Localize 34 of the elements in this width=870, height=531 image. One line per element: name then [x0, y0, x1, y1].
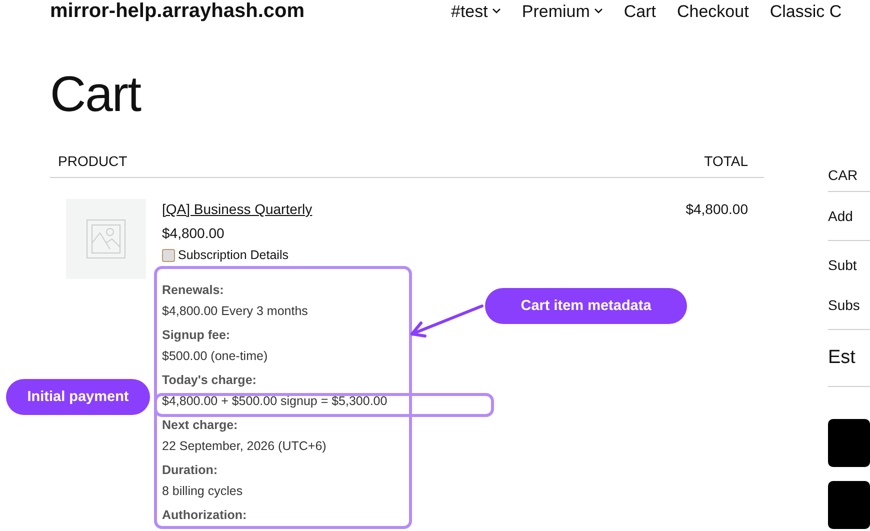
detail-value: 8 billing cycles [162, 483, 243, 500]
column-header: TOTAL [704, 152, 748, 168]
site-title[interactable]: mirror-help.arrayhash.com [50, 1, 451, 21]
detail-value: $4,800.00 + $500.00 signup = $5,300.00 [162, 393, 388, 410]
nav-link[interactable]: Classic C [770, 2, 842, 20]
panel-heading: CAR [828, 158, 870, 192]
nav-link[interactable]: #test [451, 2, 501, 20]
summary-label: Subt [828, 256, 858, 275]
detail-label: Renewals: [162, 282, 224, 299]
detail-label: Duration: [162, 462, 218, 479]
detail-value: $500.00 (one-time) [162, 348, 268, 365]
detail-label: Next charge: [162, 417, 238, 434]
total-label: Est [828, 346, 856, 370]
action-button[interactable] [828, 481, 870, 529]
annotation-badge: Initial payment [6, 379, 150, 415]
product-price: $4,800.00 [162, 224, 226, 243]
action-button[interactable] [828, 419, 870, 467]
details-title: Subscription Details [178, 247, 288, 264]
annotation-badge: Cart item metadata [485, 288, 687, 324]
detail-label: Today's charge: [162, 372, 256, 389]
checkbox-icon [162, 248, 175, 262]
detail-label: Authorization: [162, 507, 247, 524]
column-header: PRODUCT [58, 152, 128, 168]
nav-link[interactable]: Checkout [677, 2, 749, 20]
product-link[interactable]: [QA] Business Quarterly [162, 199, 670, 219]
summary-label: Add [828, 207, 854, 226]
line-total: $4,800.00 [686, 200, 748, 219]
page-title: Cart [50, 66, 142, 122]
summary-label: Subs [828, 296, 861, 315]
nav-link[interactable]: Cart [624, 2, 656, 20]
detail-label: Signup fee: [162, 327, 230, 344]
detail-value: $4,800.00 Every 3 months [162, 303, 308, 320]
nav-link[interactable]: Premium [522, 2, 603, 20]
detail-value: 22 September, 2026 (UTC+6) [162, 438, 326, 455]
